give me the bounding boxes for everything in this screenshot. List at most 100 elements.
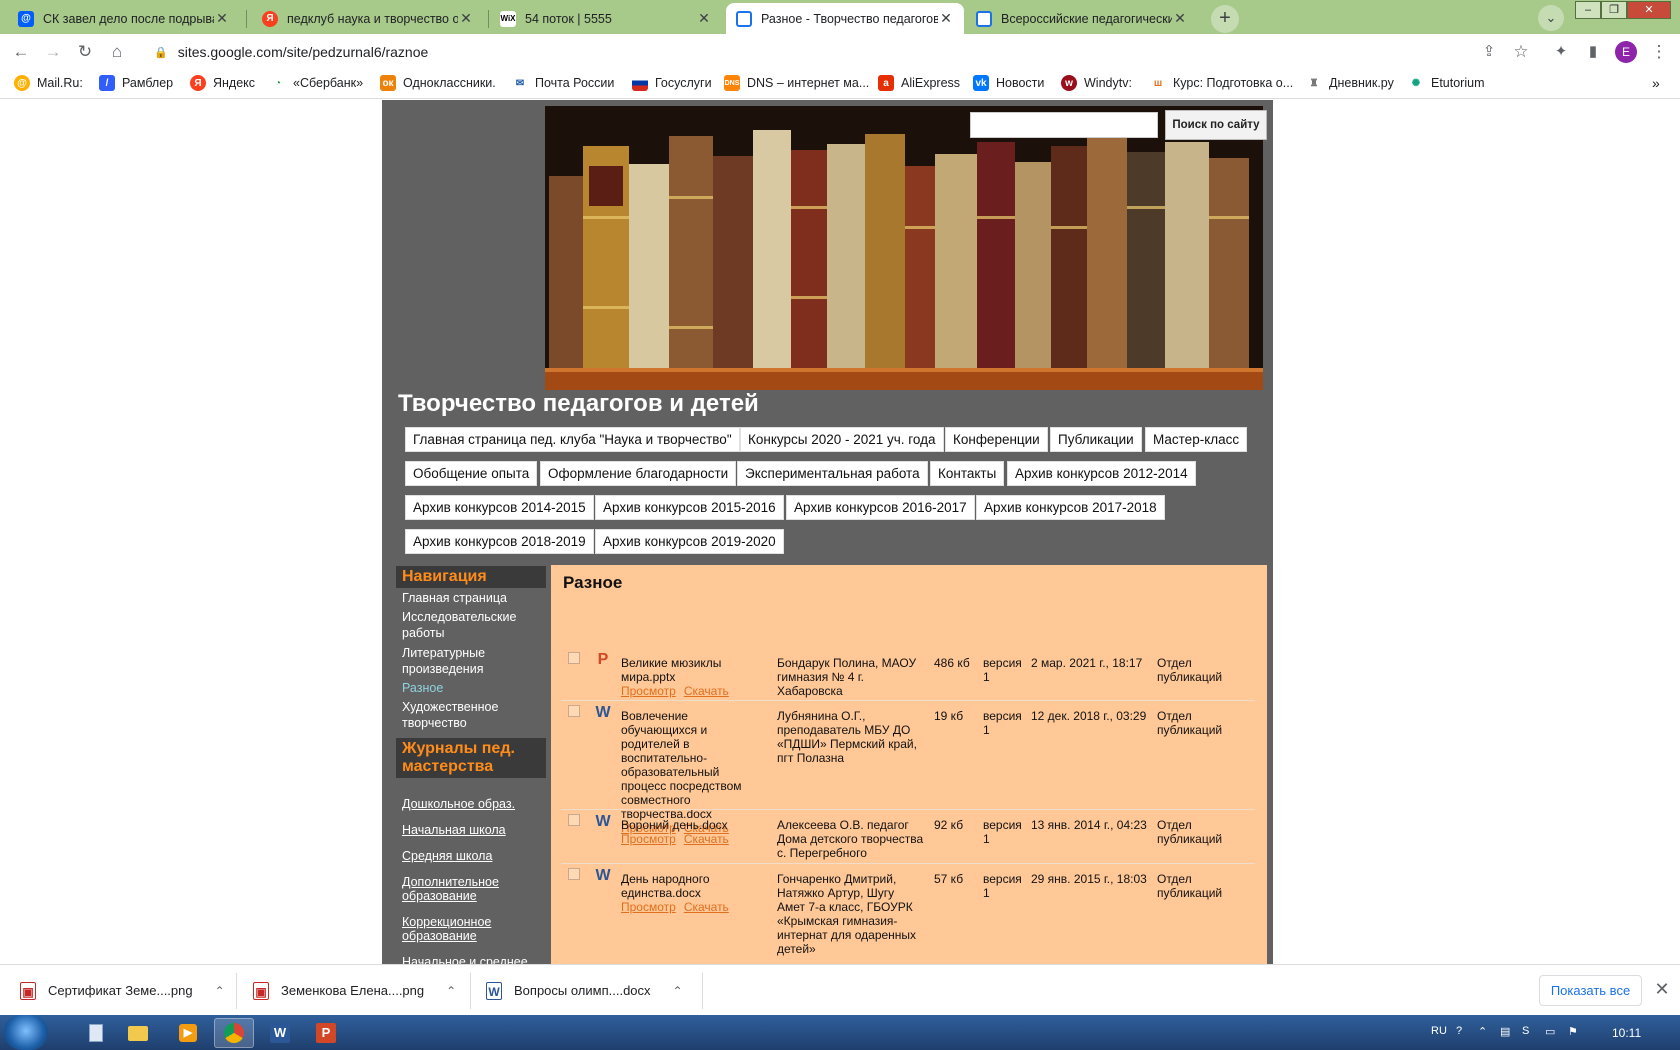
- menu-icon[interactable]: ⋮: [1648, 41, 1670, 63]
- media-player-icon[interactable]: ▶: [168, 1018, 208, 1048]
- bookmark-item[interactable]: Госуслуги: [632, 75, 712, 91]
- download-link[interactable]: Скачать: [684, 684, 729, 698]
- bookmark-item[interactable]: w Windytv:: [1061, 75, 1132, 91]
- bookmark-item[interactable]: Я Яндекс: [190, 75, 255, 91]
- nav-archive-2019-2020[interactable]: Архив конкурсов 2019-2020: [595, 529, 784, 554]
- language-indicator[interactable]: RU: [1431, 1025, 1447, 1037]
- bookmark-item[interactable]: ✉ Почта России: [512, 75, 615, 91]
- new-tab-button[interactable]: +: [1211, 5, 1239, 33]
- bookmark-star-icon[interactable]: ☆: [1510, 41, 1532, 63]
- window-close-button[interactable]: ✕: [1627, 1, 1671, 19]
- browser-tab[interactable]: @ СК завел дело после подрыва м ✕: [8, 3, 240, 34]
- nav-archive-2018-2019[interactable]: Архив конкурсов 2018-2019: [405, 529, 594, 554]
- share-icon[interactable]: ⇪: [1478, 41, 1500, 63]
- powerpoint-icon[interactable]: P: [306, 1018, 346, 1048]
- nav-experimental-work[interactable]: Экспериментальная работа: [737, 461, 928, 486]
- bookmark-item[interactable]: ♜ Дневник.ру: [1306, 75, 1394, 91]
- nav-gratitude[interactable]: Оформление благодарности: [540, 461, 737, 486]
- minimize-button[interactable]: –: [1575, 1, 1601, 19]
- tray-expand-icon[interactable]: ⌃: [1478, 1025, 1487, 1038]
- network-icon[interactable]: ▤: [1500, 1025, 1510, 1038]
- bookmark-item[interactable]: / Рамблер: [99, 75, 173, 91]
- explorer-icon[interactable]: [76, 1018, 116, 1048]
- address-bar[interactable]: 🔒 sites.google.com/site/pedzurnal6/razno…: [140, 38, 1595, 66]
- bookmark-item[interactable]: a AliExpress: [878, 75, 960, 91]
- sidebar-item-misc[interactable]: Разное: [402, 680, 542, 696]
- start-button[interactable]: [4, 1015, 48, 1050]
- close-icon[interactable]: ✕: [938, 10, 954, 27]
- sidebar-item-main-page[interactable]: Главная страница: [402, 590, 542, 606]
- browser-tab-active[interactable]: Разное - Творчество педагогов ✕: [726, 3, 964, 34]
- download-item[interactable]: ▣ Сертификат Земе....png ⌃: [20, 965, 225, 1016]
- nav-contacts[interactable]: Контакты: [930, 461, 1005, 486]
- bookmark-item[interactable]: ок Одноклассники.: [380, 75, 496, 91]
- help-icon[interactable]: ?: [1456, 1025, 1462, 1037]
- journal-link-vocational[interactable]: Начальное и среднее: [402, 955, 542, 964]
- nav-archive-2014-2015[interactable]: Архив конкурсов 2014-2015: [405, 495, 594, 520]
- browser-tab[interactable]: Всероссийские педагогические ✕: [966, 3, 1198, 34]
- bookmark-item[interactable]: ◔ «Сбербанк»: [270, 75, 363, 91]
- download-item[interactable]: ▣ Земенкова Елена....png ⌃: [253, 965, 456, 1016]
- tab-search-icon[interactable]: ⌄: [1538, 5, 1564, 31]
- row-checkbox[interactable]: [568, 705, 580, 717]
- view-link[interactable]: Просмотр: [621, 684, 676, 698]
- journal-link-secondary[interactable]: Средняя школа: [402, 849, 542, 863]
- sidebar-item-literature[interactable]: Литературные произведения: [402, 645, 542, 677]
- forward-icon[interactable]: →: [42, 41, 64, 63]
- download-link[interactable]: Скачать: [684, 900, 729, 914]
- nav-publications[interactable]: Публикации: [1050, 427, 1142, 452]
- nav-master-class[interactable]: Мастер-класс: [1145, 427, 1248, 452]
- browser-tab[interactable]: Я педклуб наука и творчество оф ✕: [252, 3, 484, 34]
- view-link[interactable]: Просмотр: [621, 832, 676, 846]
- journal-link-preschool[interactable]: Дошкольное образ.: [402, 797, 542, 811]
- bookmark-item[interactable]: @ Mail.Ru:: [14, 75, 83, 91]
- download-link[interactable]: Скачать: [684, 832, 729, 846]
- nav-contests-2020-2021[interactable]: Конкурсы 2020 - 2021 уч. года: [740, 427, 944, 452]
- nav-archive-2015-2016[interactable]: Архив конкурсов 2015-2016: [595, 495, 784, 520]
- nav-archive-2012-2014[interactable]: Архив конкурсов 2012-2014: [1007, 461, 1196, 486]
- sidebar-item-research[interactable]: Исследовательские работы: [402, 609, 542, 641]
- extensions-icon[interactable]: ✦: [1550, 41, 1572, 63]
- bookmark-item[interactable]: ш Курс: Подготовка о...: [1150, 75, 1293, 91]
- clock[interactable]: 10:11: [1612, 1026, 1641, 1040]
- bookmark-item[interactable]: DNS DNS – интернет ма...: [724, 75, 869, 91]
- flag-icon[interactable]: ⚑: [1568, 1025, 1578, 1038]
- row-checkbox[interactable]: [568, 814, 580, 826]
- nav-archive-2017-2018[interactable]: Архив конкурсов 2017-2018: [976, 495, 1165, 520]
- chrome-icon[interactable]: [214, 1018, 254, 1048]
- bookmark-item[interactable]: ✺ Etutorium: [1408, 75, 1485, 91]
- close-icon[interactable]: ✕: [458, 10, 474, 27]
- folder-icon[interactable]: [118, 1018, 158, 1048]
- journal-link-primary[interactable]: Начальная школа: [402, 823, 542, 837]
- restore-button[interactable]: ❐: [1601, 1, 1627, 19]
- sidebar-item-art[interactable]: Художественное творчество: [402, 699, 542, 731]
- row-checkbox[interactable]: [568, 868, 580, 880]
- back-icon[interactable]: ←: [10, 41, 32, 63]
- browser-tab[interactable]: WiX 54 поток | 5555 ✕: [490, 3, 722, 34]
- nav-conferences[interactable]: Конференции: [945, 427, 1048, 452]
- journal-link-additional[interactable]: Дополнительное образование: [402, 875, 542, 903]
- close-icon[interactable]: ✕: [214, 10, 230, 27]
- chevron-up-icon[interactable]: ⌃: [673, 984, 683, 998]
- journal-link-correctional[interactable]: Коррекционное образование: [402, 915, 542, 943]
- bookmark-item[interactable]: vk Новости: [973, 75, 1044, 91]
- skype-icon[interactable]: S: [1522, 1025, 1529, 1037]
- close-icon[interactable]: ✕: [1172, 10, 1188, 27]
- home-icon[interactable]: ⌂: [106, 41, 128, 63]
- site-search-button[interactable]: Поиск по сайту: [1165, 110, 1267, 140]
- monitor-icon[interactable]: ▭: [1545, 1025, 1555, 1038]
- view-link[interactable]: Просмотр: [621, 900, 676, 914]
- show-all-downloads-button[interactable]: Показать все: [1539, 975, 1642, 1006]
- close-icon[interactable]: ✕: [696, 10, 712, 27]
- profile-avatar[interactable]: E: [1615, 41, 1637, 63]
- nav-archive-2016-2017[interactable]: Архив конкурсов 2016-2017: [786, 495, 975, 520]
- bookmarks-overflow-button[interactable]: »: [1652, 75, 1660, 91]
- download-item[interactable]: W Вопросы олимп....docx ⌃: [486, 965, 683, 1016]
- chevron-up-icon[interactable]: ⌃: [446, 984, 456, 998]
- row-checkbox[interactable]: [568, 652, 580, 664]
- word-icon[interactable]: W: [260, 1018, 300, 1048]
- reload-icon[interactable]: ↻: [74, 41, 96, 63]
- site-search-input[interactable]: [970, 112, 1158, 138]
- chevron-up-icon[interactable]: ⌃: [215, 984, 225, 998]
- nav-main-page[interactable]: Главная страница пед. клуба "Наука и тво…: [405, 427, 740, 452]
